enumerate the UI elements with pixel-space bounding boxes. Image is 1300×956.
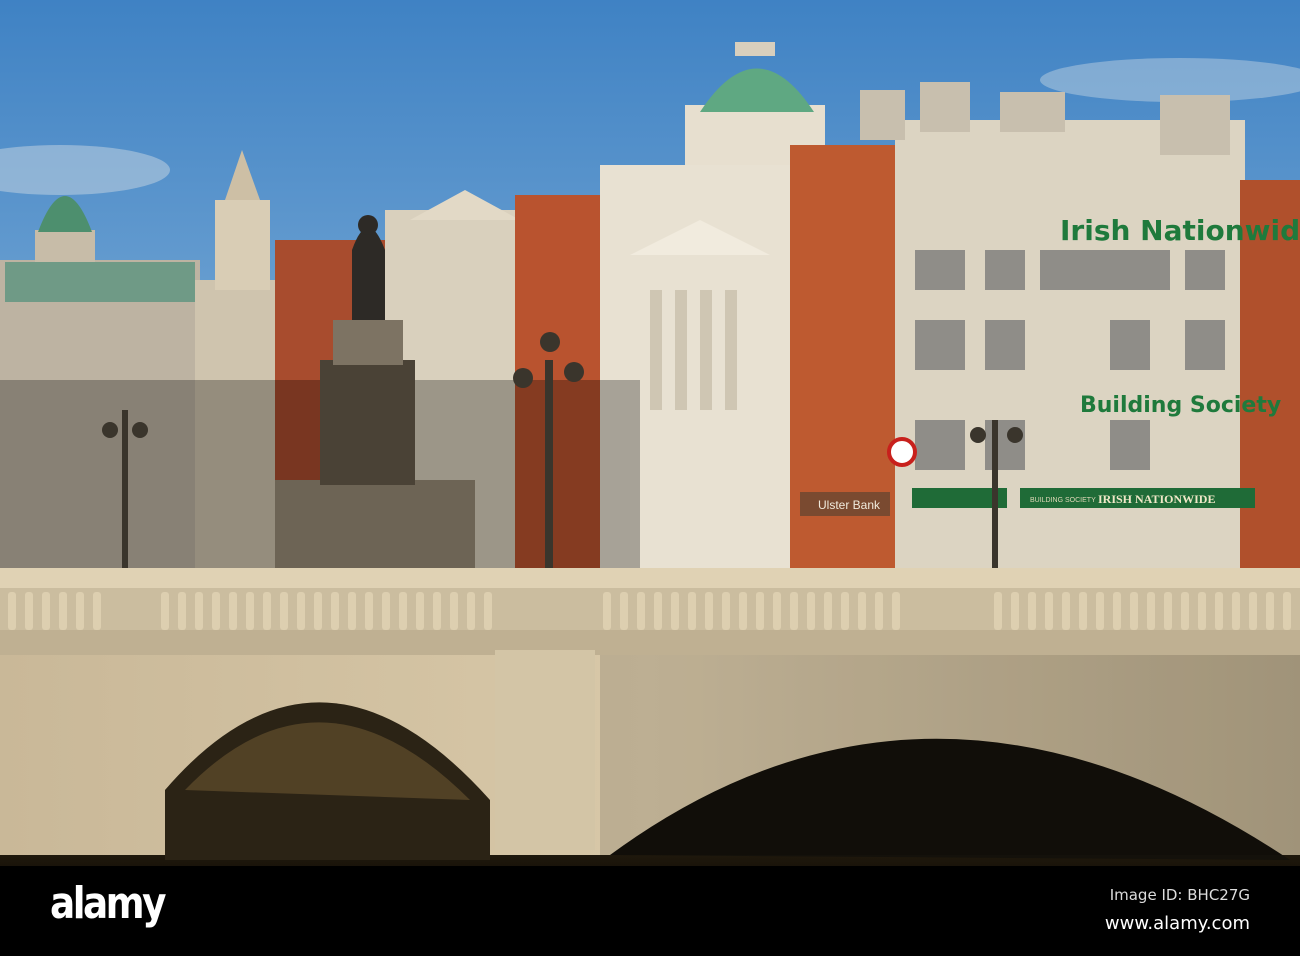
baluster	[348, 592, 356, 630]
baluster	[433, 592, 441, 630]
baluster	[807, 592, 815, 630]
baluster	[314, 592, 322, 630]
baluster	[1147, 592, 1155, 630]
baluster	[620, 592, 628, 630]
irish-nationwide-fascia: IRISH NATIONWIDE	[1098, 492, 1215, 506]
baluster	[790, 592, 798, 630]
baluster	[382, 592, 390, 630]
baluster	[1232, 592, 1240, 630]
baluster	[722, 592, 730, 630]
baluster	[994, 592, 1002, 630]
baluster	[212, 592, 220, 630]
ulster-bank-sign: Ulster Bank	[818, 498, 881, 512]
building-society-sign: Building Society	[1080, 393, 1281, 418]
alamy-url: www.alamy.com	[1104, 913, 1250, 934]
oconnell-bridge	[0, 568, 1300, 860]
baluster	[1266, 592, 1274, 630]
baluster	[467, 592, 475, 630]
baluster	[756, 592, 764, 630]
baluster	[1113, 592, 1121, 630]
baluster	[637, 592, 645, 630]
baluster	[229, 592, 237, 630]
baluster	[416, 592, 424, 630]
baluster	[297, 592, 305, 630]
no-right-turn-sign	[887, 437, 917, 467]
baluster	[892, 592, 900, 630]
baluster	[1062, 592, 1070, 630]
baluster	[1079, 592, 1087, 630]
baluster	[59, 592, 67, 630]
baluster	[161, 592, 169, 630]
baluster	[331, 592, 339, 630]
baluster	[195, 592, 203, 630]
watermark-bar: alamy Image ID: BHC27G www.alamy.com	[0, 866, 1300, 956]
baluster	[484, 592, 492, 630]
irish-nationwide-sign: Irish Nationwide	[1060, 214, 1300, 247]
baluster	[1283, 592, 1291, 630]
baluster	[654, 592, 662, 630]
baluster	[263, 592, 271, 630]
baluster	[93, 592, 101, 630]
baluster	[1164, 592, 1172, 630]
baluster	[25, 592, 33, 630]
baluster	[705, 592, 713, 630]
baluster	[841, 592, 849, 630]
baluster	[824, 592, 832, 630]
building-society-fascia: BUILDING SOCIETY	[1030, 497, 1096, 504]
baluster	[1011, 592, 1019, 630]
baluster	[1181, 592, 1189, 630]
baluster	[739, 592, 747, 630]
baluster	[1249, 592, 1257, 630]
image-id: Image ID: BHC27G	[1109, 886, 1250, 904]
baluster	[1028, 592, 1036, 630]
baluster	[399, 592, 407, 630]
alamy-logo: alamy	[50, 878, 166, 929]
baluster	[246, 592, 254, 630]
baluster	[1045, 592, 1053, 630]
baluster	[1215, 592, 1223, 630]
baluster	[603, 592, 611, 630]
baluster	[365, 592, 373, 630]
baluster	[773, 592, 781, 630]
baluster	[875, 592, 883, 630]
baluster	[858, 592, 866, 630]
baluster	[280, 592, 288, 630]
baluster	[76, 592, 84, 630]
dublin-oconnell-bridge-photo: Irish Nationwide Building Society IRISH …	[0, 0, 1300, 866]
baluster	[1096, 592, 1104, 630]
statue	[352, 227, 385, 320]
baluster	[1198, 592, 1206, 630]
baluster	[178, 592, 186, 630]
baluster	[688, 592, 696, 630]
irish-nationwide-building: Irish Nationwide Building Society IRISH …	[860, 82, 1300, 580]
baluster	[1130, 592, 1138, 630]
baluster	[671, 592, 679, 630]
baluster	[42, 592, 50, 630]
baluster	[450, 592, 458, 630]
photo-scene: Irish Nationwide Building Society IRISH …	[0, 0, 1300, 956]
baluster	[8, 592, 16, 630]
